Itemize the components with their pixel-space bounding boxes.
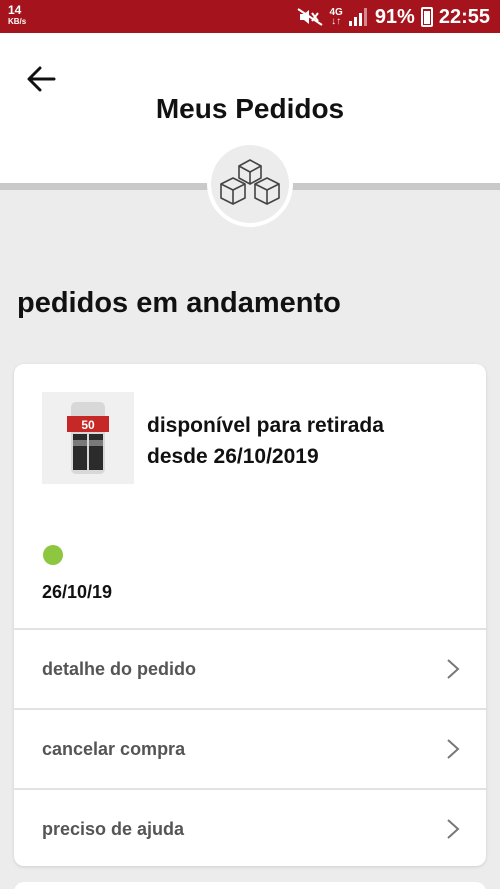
clock: 22:55 <box>438 5 490 28</box>
data-arrows-icon: ↓↑ <box>331 16 342 27</box>
product-image: 50 <box>67 402 109 474</box>
battery-percent: 91% <box>374 5 415 28</box>
network-type: 4G ↓↑ <box>329 8 342 27</box>
boxes-icon <box>220 159 280 205</box>
orders-badge <box>207 141 293 227</box>
chevron-right-icon <box>447 739 460 759</box>
arrow-left-icon <box>27 66 56 92</box>
product-badge-text: 50 <box>81 418 95 432</box>
signal-icon <box>348 8 369 26</box>
status-dot <box>43 545 63 565</box>
section-title: pedidos em andamento <box>17 287 341 319</box>
chevron-right-icon <box>447 819 460 839</box>
battery-icon <box>420 7 433 27</box>
chevron-right-icon <box>447 659 460 679</box>
order-status: disponível para retirada desde 26/10/201… <box>147 410 457 472</box>
page-title: Meus Pedidos <box>155 93 345 124</box>
mute-icon <box>297 8 324 26</box>
network-speed-value: 14 <box>8 3 22 17</box>
order-card: 50 disponível para retirada desde 26/10/… <box>14 364 486 866</box>
need-help-row[interactable]: preciso de ajuda <box>14 788 486 866</box>
need-help-label: preciso de ajuda <box>42 818 185 839</box>
product-thumbnail[interactable]: 50 <box>42 392 134 484</box>
network-speed: 14 KB/s <box>8 3 27 27</box>
order-detail-row[interactable]: detalhe do pedido <box>14 628 486 708</box>
order-date: 26/10/19 <box>42 582 113 602</box>
order-status-line2: desde 26/10/2019 <box>147 445 319 468</box>
status-bar: 14 KB/s 4G ↓↑ 91% 22:55 <box>0 0 500 33</box>
cancel-purchase-row[interactable]: cancelar compra <box>14 708 486 788</box>
order-status-line1: disponível para retirada <box>147 414 384 437</box>
cancel-purchase-label: cancelar compra <box>42 738 186 759</box>
order-detail-label: detalhe do pedido <box>42 658 197 679</box>
network-speed-unit: KB/s <box>8 17 27 26</box>
next-order-card <box>14 882 486 889</box>
